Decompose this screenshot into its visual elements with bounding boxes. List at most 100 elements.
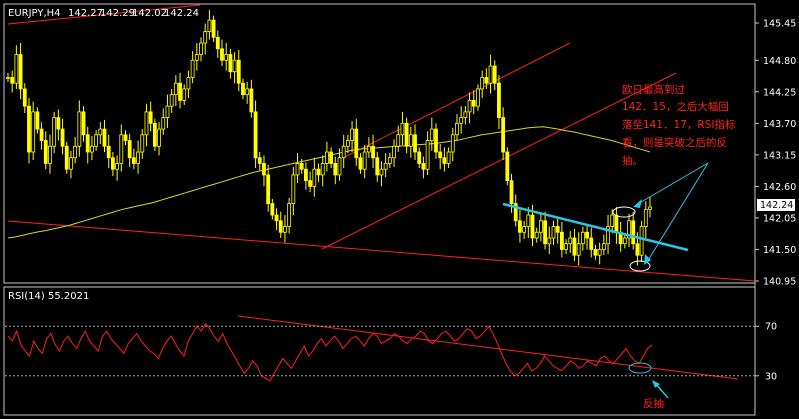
price-tick-label: 142.60 xyxy=(763,182,796,193)
candle-body xyxy=(551,226,556,239)
candle-body xyxy=(115,163,119,170)
candle-body xyxy=(455,122,459,136)
candle-body xyxy=(484,77,489,84)
close-value: 142.24 xyxy=(164,8,199,19)
candle-body xyxy=(220,48,224,61)
candle-body xyxy=(199,42,203,55)
candle-body xyxy=(501,117,506,153)
rsi-trendline xyxy=(237,315,739,380)
candle-body xyxy=(123,134,128,141)
candle-body xyxy=(257,157,262,164)
candle-body xyxy=(648,206,652,210)
candle-body xyxy=(144,111,149,136)
candle-body xyxy=(471,100,476,107)
candle-body xyxy=(534,231,539,239)
candle-body xyxy=(10,77,15,84)
candle-body xyxy=(316,168,321,176)
candle-body xyxy=(102,128,107,147)
candle-body xyxy=(589,237,594,250)
candle-body xyxy=(559,231,564,250)
candle-body xyxy=(425,140,430,170)
candle-body xyxy=(601,243,606,250)
candle-body xyxy=(438,151,443,159)
candle-body xyxy=(459,117,464,124)
candle-body xyxy=(539,220,543,233)
candle-body xyxy=(291,174,296,205)
rsi-panel-frame xyxy=(3,286,756,416)
candle-body xyxy=(354,128,359,159)
candle-body xyxy=(31,111,36,153)
candle-body xyxy=(383,163,388,170)
annotation-line-4: 看，则是突破之后的反 xyxy=(622,136,727,149)
candle-body xyxy=(182,88,187,101)
candle-body xyxy=(106,145,111,159)
candle-body xyxy=(278,220,283,233)
candle-body xyxy=(518,220,522,233)
candle-body xyxy=(467,100,472,113)
candle-body xyxy=(270,203,275,216)
candle-body xyxy=(337,157,342,176)
candle-body xyxy=(639,226,644,256)
candle-body xyxy=(249,88,254,113)
candle-body xyxy=(136,151,140,164)
candle-body xyxy=(98,128,103,136)
candle-body xyxy=(593,249,598,256)
rsi-title: RSI(14) 55.2021 xyxy=(8,291,89,302)
candle-body xyxy=(236,59,241,84)
candle-body xyxy=(362,151,367,170)
candle-body xyxy=(396,134,401,147)
rsi-annotation-label: 反抽 xyxy=(643,397,664,410)
candle-body xyxy=(161,117,166,130)
candle-body xyxy=(131,157,136,164)
arrow-head-low xyxy=(644,254,651,265)
candle-body xyxy=(404,122,409,147)
candle-body xyxy=(140,134,145,153)
candle-body xyxy=(492,65,497,84)
candle-body xyxy=(497,82,501,118)
annotation-line-1: 欧日最高到过 xyxy=(622,83,685,96)
candle-body xyxy=(320,163,325,176)
candle-body xyxy=(56,117,61,130)
price-tick-label: 144.80 xyxy=(763,56,796,67)
candle-body xyxy=(572,237,577,256)
annotation-line-2: 142．15，之后大幅回 xyxy=(622,100,729,113)
candle-body xyxy=(366,145,371,153)
candle-body xyxy=(429,128,434,141)
candle-body xyxy=(111,157,115,170)
candle-body xyxy=(77,111,82,147)
rsi-tick-label: 30 xyxy=(765,371,777,382)
candle-body xyxy=(522,226,527,233)
candle-body xyxy=(341,145,346,159)
candle-body xyxy=(446,151,451,164)
price-tick-label: 145.45 xyxy=(763,19,796,30)
candle-body xyxy=(568,237,573,245)
candle-body xyxy=(173,82,178,96)
price-tick-label: 142.05 xyxy=(763,213,796,224)
candle-body xyxy=(190,59,195,78)
candle-body xyxy=(417,151,422,164)
candle-body xyxy=(387,157,392,164)
candle-body xyxy=(333,163,338,176)
candle-body xyxy=(325,151,329,164)
symbol-label: EURJPY,H4 xyxy=(8,8,61,19)
candle-body xyxy=(178,82,182,101)
candle-body xyxy=(400,122,405,136)
rsi-layer xyxy=(7,315,739,399)
candle-body xyxy=(580,231,585,245)
candle-body xyxy=(555,226,560,233)
price-tick-label: 143.15 xyxy=(763,150,796,161)
candle-body xyxy=(90,145,94,153)
candle-body xyxy=(148,111,153,124)
candle-body xyxy=(350,128,354,141)
candle-body xyxy=(169,94,174,107)
candles-layer xyxy=(6,9,652,266)
candle-body xyxy=(94,134,99,147)
candle-body xyxy=(14,54,19,84)
candle-body xyxy=(304,168,308,182)
candle-body xyxy=(610,214,615,227)
candle-body xyxy=(245,88,250,96)
candle-body xyxy=(614,214,619,233)
candle-body xyxy=(119,134,124,164)
price-axis-ticks: 145.45 144.80 144.25 143.70 143.15 142.60 142.… xyxy=(755,19,796,288)
rsi-line xyxy=(7,322,653,382)
